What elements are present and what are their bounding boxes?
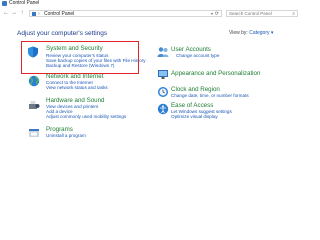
category-title[interactable]: Appearance and Personalization (171, 70, 260, 77)
control-panel-icon (2, 1, 7, 6)
control-panel-icon (32, 12, 36, 16)
highlight-box (21, 41, 139, 74)
category-link[interactable]: Adjust commonly used mobility settings (46, 114, 126, 119)
category-title[interactable]: Clock and Region (171, 86, 220, 93)
category-title[interactable]: Hardware and Sound (46, 97, 104, 104)
ease-of-access-icon[interactable] (157, 103, 169, 115)
category-title[interactable]: Network and Internet (46, 73, 103, 80)
programs-icon[interactable] (28, 127, 40, 139)
view-by: View by: Category ▾ (229, 30, 273, 37)
address-row: ← → ↑ › Control Panel ▾ ⟳ ⌕ (0, 9, 300, 19)
category-title[interactable]: Ease of Access (171, 102, 213, 109)
category-link[interactable]: Change date, time, or number formats (171, 93, 249, 98)
window-title: Control Panel (9, 0, 40, 6)
category-link[interactable]: Optimize visual display (171, 114, 218, 119)
search-icon[interactable]: ⌕ (292, 11, 295, 17)
breadcrumb[interactable]: Control Panel (44, 11, 74, 17)
search-input[interactable] (229, 11, 289, 16)
view-by-label: View by: (229, 30, 248, 36)
view-by-select[interactable]: Category ▾ (249, 30, 273, 36)
search-box[interactable]: ⌕ (226, 10, 298, 17)
refresh-icon[interactable]: ⟳ (215, 11, 219, 17)
chevron-down-icon[interactable]: ▾ (211, 11, 213, 17)
category-link[interactable]: Change account type (176, 53, 219, 58)
title-bar: Control Panel (0, 0, 300, 8)
globe-icon[interactable] (28, 75, 40, 87)
appearance-icon[interactable] (157, 68, 169, 80)
category-link[interactable]: Uninstall a program (46, 133, 86, 138)
page-heading: Adjust your computer's settings (17, 30, 108, 37)
forward-button[interactable]: → (11, 10, 17, 17)
users-icon[interactable] (157, 46, 169, 58)
clock-icon[interactable] (157, 86, 169, 98)
category-link[interactable]: View network status and tasks (46, 85, 108, 90)
back-button[interactable]: ← (3, 10, 9, 17)
speaker-printer-icon[interactable] (28, 99, 40, 111)
up-button[interactable]: ↑ (19, 10, 25, 17)
address-bar[interactable]: › Control Panel ▾ ⟳ (29, 10, 222, 17)
breadcrumb-separator: › (38, 11, 40, 17)
category-title[interactable]: Programs (46, 126, 73, 133)
category-title[interactable]: User Accounts (171, 46, 211, 53)
